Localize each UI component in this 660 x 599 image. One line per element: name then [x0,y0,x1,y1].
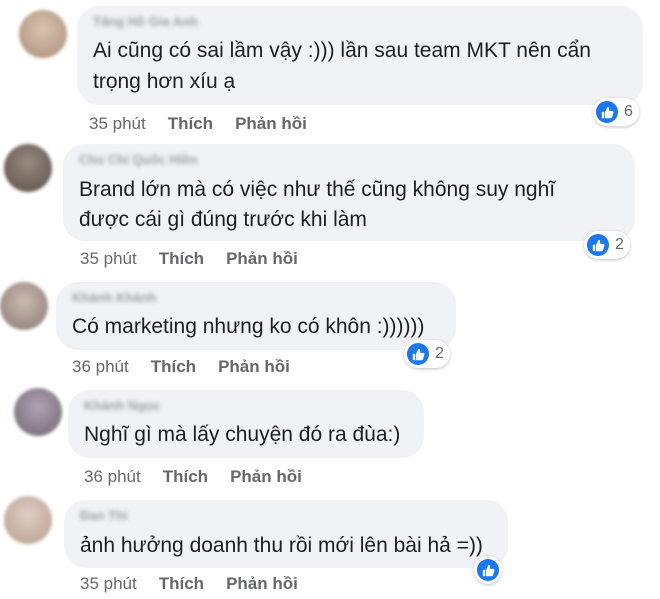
reaction-count: 6 [624,103,633,120]
like-icon [477,559,499,581]
comment-author[interactable]: Khánh Ngọc [84,398,161,413]
comment-author[interactable]: Đan Thi [80,508,128,523]
comment-text-line: được cái gì đúng trước khi làm [79,208,367,231]
comment-text-line: Ai cũng có sai lầm vậy :))) lần sau team… [93,39,591,62]
comment-meta: 36 phút Thích Phản hồi [72,357,312,377]
avatar[interactable] [19,10,67,58]
like-button[interactable]: Thích [151,357,196,376]
like-icon [587,234,609,256]
comment-meta: 36 phút Thích Phản hồi [84,467,324,487]
reaction-count: 2 [615,236,624,253]
comment-text-line: ảnh hưởng doanh thu rồi mới lên bài hả =… [80,534,483,557]
avatar[interactable] [4,144,52,192]
comment-author[interactable]: Tăng Hồ Gia Anh [93,14,198,29]
comment-text-line: trọng hơn xíu ạ [93,70,236,93]
reaction-count: 2 [435,345,444,362]
comment-meta: 35 phút Thích Phản hồi [89,114,329,134]
comment-time[interactable]: 36 phút [72,357,129,376]
comment-author[interactable]: Khánh Khánh [72,290,157,305]
reply-button[interactable]: Phản hồi [226,574,298,593]
avatar[interactable] [0,282,48,330]
like-button[interactable]: Thích [159,574,204,593]
comment-bubble: Chu Chí Quốc Hiền Brand lớn mà có việc n… [63,144,635,241]
comment-text-line: Có marketing nhưng ko có khôn :)))))) [72,315,425,338]
comment-text-line: Nghĩ gì mà lấy chuyện đó ra đùa:) [84,423,401,446]
comment-bubble: Khánh Ngọc Nghĩ gì mà lấy chuyện đó ra đ… [68,390,424,458]
avatar[interactable] [4,496,52,544]
comment-text-line: Brand lớn mà có việc như thế cũng không … [79,178,556,201]
comment-time[interactable]: 36 phút [84,467,141,486]
comment-time[interactable]: 35 phút [80,574,137,593]
comment-bubble: Đan Thi ảnh hưởng doanh thu rồi mới lên … [64,500,508,568]
comment-author[interactable]: Chu Chí Quốc Hiền [79,152,197,167]
like-icon [596,101,618,123]
comment-time[interactable]: 35 phút [89,114,146,133]
like-icon [407,343,429,365]
reply-button[interactable]: Phản hồi [235,114,307,133]
like-button[interactable]: Thích [163,467,208,486]
comment-meta: 35 phút Thích Phản hồi [80,574,320,594]
comment-time[interactable]: 35 phút [80,249,137,268]
comment-bubble: Tăng Hồ Gia Anh Ai cũng có sai lầm vậy :… [77,6,643,105]
reaction-badge[interactable]: 2 [404,340,450,368]
reaction-badge[interactable]: 2 [584,231,630,259]
like-button[interactable]: Thích [168,114,213,133]
reaction-badge[interactable]: 6 [593,98,639,126]
reply-button[interactable]: Phản hồi [226,249,298,268]
reaction-badge[interactable] [474,556,502,584]
comment-meta: 35 phút Thích Phản hồi [80,249,320,269]
reply-button[interactable]: Phản hồi [218,357,290,376]
reply-button[interactable]: Phản hồi [230,467,302,486]
comment-bubble: Khánh Khánh Có marketing nhưng ko có khô… [56,282,456,350]
avatar[interactable] [14,388,62,436]
like-button[interactable]: Thích [159,249,204,268]
